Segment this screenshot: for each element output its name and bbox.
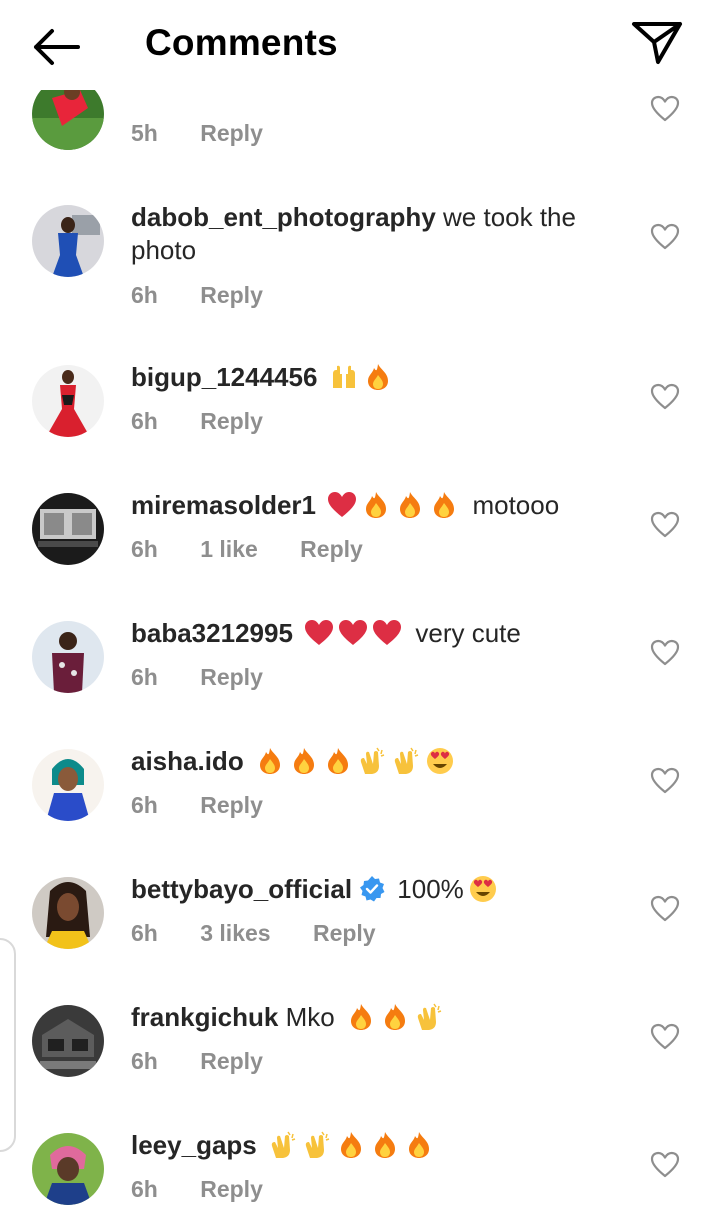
avatar[interactable]: [32, 877, 104, 949]
reply-button[interactable]: Reply: [200, 408, 263, 434]
red-heart-icon: [328, 492, 357, 517]
comment-time: 6h: [131, 1176, 158, 1202]
comment-body: Mko: [285, 1002, 335, 1032]
fire-icon: [374, 1132, 395, 1158]
comment-time: 6h: [131, 1048, 158, 1074]
heart-eyes-icon: [469, 876, 496, 902]
reply-button[interactable]: Reply: [200, 282, 263, 308]
heart-icon[interactable]: [650, 222, 680, 252]
comment-body: very cute: [415, 618, 521, 648]
comment-text: bigup_1244456: [131, 361, 601, 394]
comment-meta: 6h 3 likes Reply: [131, 920, 412, 947]
paper-plane-icon[interactable]: [628, 18, 686, 68]
reply-button[interactable]: Reply: [300, 536, 363, 562]
comment-text: aisha.ido: [131, 745, 601, 778]
comment-time: 6h: [131, 282, 158, 308]
clapping-hands-icon: [417, 1003, 442, 1030]
likes-count[interactable]: 3 likes: [200, 920, 270, 946]
avatar[interactable]: [32, 1005, 104, 1077]
page-title: Comments: [145, 22, 338, 63]
comment-username[interactable]: miremasolder1: [131, 490, 316, 520]
reply-button[interactable]: Reply: [200, 792, 263, 818]
reply-button[interactable]: Reply: [200, 1176, 263, 1202]
red-heart-icon: [339, 620, 368, 645]
heart-icon[interactable]: [650, 894, 680, 924]
fire-icon: [340, 1132, 361, 1158]
comment-username[interactable]: leey_gaps: [131, 1130, 257, 1160]
back-arrow-icon[interactable]: [28, 24, 84, 70]
avatar[interactable]: [32, 749, 104, 821]
likes-count[interactable]: 1 like: [200, 536, 258, 562]
red-heart-icon: [305, 620, 334, 645]
reply-button[interactable]: Reply: [313, 920, 376, 946]
comment-username[interactable]: dabob_ent_photography: [131, 202, 436, 232]
comment-text: baba3212995 very cute: [131, 617, 601, 650]
heart-icon[interactable]: [650, 510, 680, 540]
fire-icon: [384, 1004, 405, 1030]
reply-button[interactable]: Reply: [200, 1048, 263, 1074]
comments-list: 5h Reply dabob_ent_photography we took t…: [0, 0, 720, 1225]
heart-icon[interactable]: [650, 1150, 680, 1180]
reply-button[interactable]: Reply: [200, 120, 263, 146]
comment-meta: 6h Reply: [131, 664, 299, 691]
clapping-hands-icon: [271, 1131, 296, 1158]
comment-time: 6h: [131, 664, 158, 690]
fire-icon: [259, 748, 280, 774]
comment-meta: 6h Reply: [131, 408, 299, 435]
fire-icon: [327, 748, 348, 774]
header-bar: Comments: [0, 0, 720, 90]
heart-icon[interactable]: [650, 766, 680, 796]
comment-text: leey_gaps: [131, 1129, 601, 1162]
comment-time: 6h: [131, 792, 158, 818]
red-heart-icon: [373, 620, 402, 645]
comment-body: motooo: [472, 490, 560, 520]
fire-icon: [400, 492, 421, 518]
heart-eyes-icon: [426, 748, 453, 774]
side-panel-handle[interactable]: [0, 938, 16, 1152]
fire-icon: [350, 1004, 371, 1030]
comment-meta: 6h Reply: [131, 1176, 299, 1203]
clapping-hands-icon: [305, 1131, 330, 1158]
fire-icon: [408, 1132, 429, 1158]
raised-hands-icon: [332, 365, 355, 388]
avatar[interactable]: [32, 493, 104, 565]
avatar[interactable]: [32, 1133, 104, 1205]
comment-time: 5h: [131, 120, 158, 146]
comment-username[interactable]: bigup_1244456: [131, 362, 317, 392]
heart-icon[interactable]: [650, 638, 680, 668]
fire-icon: [434, 492, 455, 518]
comment-meta: 6h 1 like Reply: [131, 536, 399, 563]
comment-username[interactable]: frankgichuk: [131, 1002, 278, 1032]
verified-badge-icon: [360, 876, 385, 902]
avatar[interactable]: [32, 365, 104, 437]
comment-meta: 6h Reply: [131, 1048, 299, 1075]
comment-body: 100%: [397, 874, 464, 904]
comment-time: 6h: [131, 408, 158, 434]
fire-icon: [367, 364, 388, 390]
reply-button[interactable]: Reply: [200, 664, 263, 690]
comment-text: bettybayo_official 100%: [131, 873, 601, 906]
clapping-hands-icon: [360, 747, 385, 774]
comment-text: dabob_ent_photography we took the photo: [131, 201, 601, 267]
comment-text: miremasolder1 motooo: [131, 489, 601, 522]
fire-icon: [366, 492, 387, 518]
comment-time: 6h: [131, 920, 158, 946]
avatar[interactable]: [32, 205, 104, 277]
comment-username[interactable]: baba3212995: [131, 618, 293, 648]
comment-username[interactable]: aisha.ido: [131, 746, 244, 776]
comment-text: frankgichuk Mko: [131, 1001, 601, 1034]
heart-icon[interactable]: [650, 1022, 680, 1052]
clapping-hands-icon: [394, 747, 419, 774]
heart-icon[interactable]: [650, 382, 680, 412]
fire-icon: [293, 748, 314, 774]
heart-icon[interactable]: [650, 94, 680, 124]
comment-username[interactable]: bettybayo_official: [131, 874, 352, 904]
comment-meta: 6h Reply: [131, 792, 299, 819]
comment-meta: 6h Reply: [131, 282, 299, 309]
comment-meta: 5h Reply: [131, 120, 299, 147]
comment-time: 6h: [131, 536, 158, 562]
avatar[interactable]: [32, 621, 104, 693]
